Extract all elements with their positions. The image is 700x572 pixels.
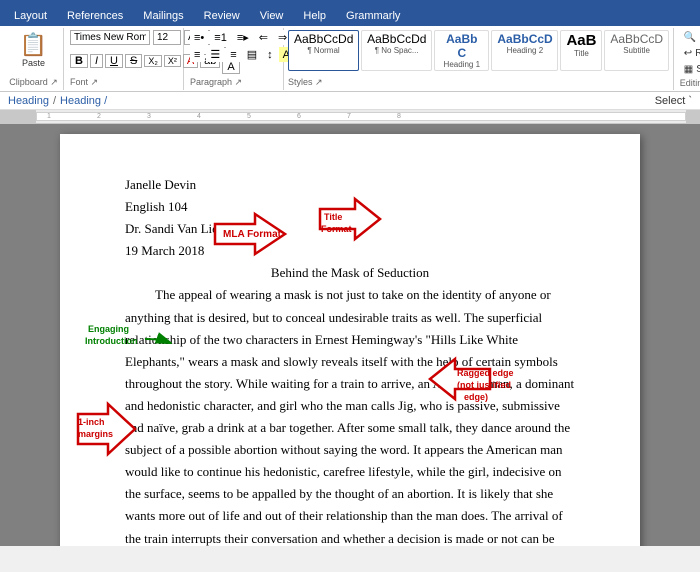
styles-group: AaBbCcDd ¶ Normal AaBbCcDd ¶ No Spac... … [284, 28, 674, 90]
professor-line: Dr. Sandi Van Lieu [125, 218, 575, 240]
para-top-row: ≡• ≡1 ≡▸ ⇐ ⇒ ↕A ¶ [190, 30, 277, 45]
ribbon-tab-bar: Layout References Mailings Review View H… [0, 0, 700, 26]
strikethrough-button[interactable]: S [125, 54, 142, 68]
font-format-row: B I U S X₂ X² A ab ✂A [70, 47, 177, 74]
font-size-input[interactable] [153, 30, 181, 45]
heading-sub-label: Heading / [60, 95, 107, 107]
document-area: Janelle Devin English 104 Dr. Sandi Van … [0, 124, 700, 546]
editing-group-label: Editing [680, 78, 700, 88]
subscript-button[interactable]: X₂ [144, 55, 162, 67]
justify-button[interactable]: ▤ [243, 47, 261, 62]
font-group-label: Font ↗ [70, 77, 98, 88]
svg-text:Engaging: Engaging [88, 324, 129, 334]
styles-row: AaBbCcDd ¶ Normal AaBbCcDd ¶ No Spac... … [288, 30, 669, 71]
doc-header: Janelle Devin English 104 Dr. Sandi Van … [125, 174, 575, 262]
tab-layout[interactable]: Layout [4, 6, 57, 26]
style-heading2[interactable]: AaBbCcD Heading 2 [491, 30, 558, 71]
ruler: 1 2 3 4 5 6 7 8 [0, 110, 700, 124]
tab-mailings[interactable]: Mailings [133, 6, 193, 26]
style-title[interactable]: AaB Title [560, 30, 602, 71]
doc-body[interactable]: The appeal of wearing a mask is not just… [125, 284, 575, 546]
line-spacing-button[interactable]: ↕ [263, 47, 277, 62]
tab-help[interactable]: Help [293, 6, 336, 26]
style-normal[interactable]: AaBbCcDd ¶ Normal [288, 30, 359, 71]
bold-button[interactable]: B [70, 54, 88, 68]
author-line: Janelle Devin [125, 174, 575, 196]
replace-button[interactable]: ↩ Replace [680, 46, 700, 61]
page: Janelle Devin English 104 Dr. Sandi Van … [60, 134, 640, 546]
font-group: A↑ A↓ B I U S X₂ X² A ab ✂A Font ↗ [64, 28, 184, 90]
editing-group: 🔍 Find ▾ ↩ Replace ▦ Select ` Editing [674, 28, 700, 90]
course-line: English 104 [125, 196, 575, 218]
breadcrumb-separator: / [53, 95, 56, 107]
style-no-spacing[interactable]: AaBbCcDd ¶ No Spac... [361, 30, 432, 71]
tab-view[interactable]: View [250, 6, 294, 26]
underline-button[interactable]: U [105, 54, 123, 68]
para-bottom-row: ≡ ☰ ≡ ▤ ↕ A ⊞ [190, 47, 277, 62]
svg-text:margins: margins [78, 429, 113, 439]
paste-button[interactable]: 📋 Paste [18, 30, 49, 70]
select-icon: ▦ [684, 64, 693, 75]
date-line: 19 March 2018 [125, 240, 575, 262]
bullets-button[interactable]: ≡• [190, 30, 208, 45]
body-text: The appeal of wearing a mask is not just… [125, 287, 574, 546]
clipboard-label: Clipboard ↗ [9, 77, 58, 88]
select-breadcrumb-label[interactable]: Select ` [655, 95, 692, 107]
italic-button[interactable]: I [90, 54, 103, 68]
find-button[interactable]: 🔍 Find ▾ [680, 30, 700, 45]
font-selectors: A↑ A↓ [70, 30, 177, 45]
clipboard-group: 📋 Paste Clipboard ↗ [4, 28, 64, 90]
replace-icon: ↩ [684, 48, 692, 59]
tab-review[interactable]: Review [194, 6, 250, 26]
style-heading1[interactable]: AaBb C Heading 1 [434, 30, 489, 71]
tab-references[interactable]: References [57, 6, 133, 26]
styles-group-label: Styles ↗ [288, 77, 323, 88]
paragraph-group: ≡• ≡1 ≡▸ ⇐ ⇒ ↕A ¶ ≡ ☰ ≡ ▤ ↕ A ⊞ Paragrap… [184, 28, 284, 90]
superscript-button[interactable]: X² [164, 55, 181, 67]
align-left-button[interactable]: ≡ [190, 47, 204, 62]
numbering-button[interactable]: ≡1 [210, 30, 231, 45]
paragraph-group-label: Paragraph ↗ [190, 77, 242, 88]
select-button[interactable]: ▦ Select ` [680, 62, 700, 77]
heading-breadcrumb-bar: Heading / Heading / Select ` [0, 92, 700, 110]
doc-title: Behind the Mask of Seduction [125, 262, 575, 284]
indent-dec-button[interactable]: ⇐ [255, 30, 272, 45]
heading-label: Heading [8, 95, 49, 107]
search-icon: 🔍 [684, 32, 696, 43]
align-right-button[interactable]: ≡ [226, 47, 240, 62]
svg-text:1-inch: 1-inch [78, 417, 105, 427]
ribbon-body: 📋 Paste Clipboard ↗ A↑ A↓ B I U S X₂ X² … [0, 26, 700, 92]
ribbon: Layout References Mailings Review View H… [0, 0, 700, 110]
style-subtitle[interactable]: AaBbCcD Subtitle [604, 30, 668, 71]
tab-grammarly[interactable]: Grammarly [336, 6, 410, 26]
multilevel-button[interactable]: ≡▸ [233, 30, 253, 45]
font-name-input[interactable] [70, 30, 150, 45]
align-center-button[interactable]: ☰ [206, 47, 224, 62]
